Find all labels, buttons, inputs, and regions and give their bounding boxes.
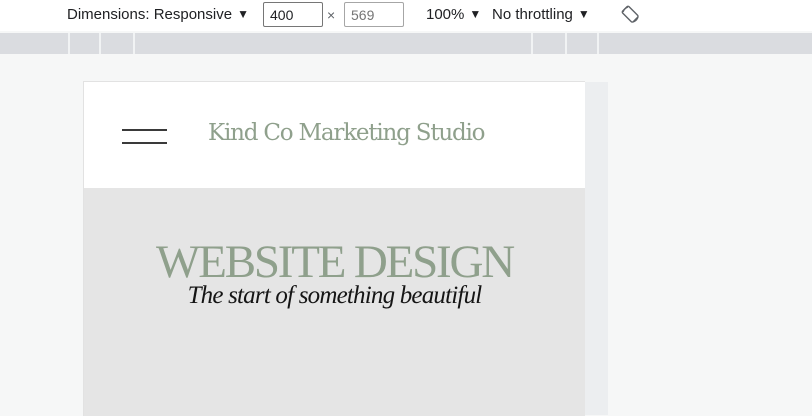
site-title[interactable]: Kind Co Marketing Studio [208, 120, 486, 146]
times-separator: × [327, 7, 336, 23]
media-query-tick[interactable] [68, 33, 70, 54]
throttling-label: No throttling [492, 6, 573, 23]
dimensions-dropdown[interactable]: Dimensions: Responsive ▼ [67, 0, 249, 31]
media-query-tick[interactable] [99, 33, 101, 54]
media-query-tick[interactable] [597, 33, 599, 54]
site-header: Kind Co Marketing Studio [84, 82, 585, 188]
caret-down-icon: ▼ [237, 7, 249, 21]
rotate-icon[interactable] [620, 4, 641, 25]
menu-line [122, 142, 167, 144]
media-query-tick[interactable] [565, 33, 567, 54]
height-input[interactable] [344, 2, 404, 27]
dimensions-label: Dimensions: Responsive [67, 6, 233, 23]
width-input[interactable] [263, 2, 323, 27]
hero-title: WEBSITE DESIGN [156, 236, 515, 288]
throttling-dropdown[interactable]: No throttling ▼ [492, 0, 590, 31]
media-query-tick[interactable] [531, 33, 533, 54]
media-query-bar[interactable] [0, 33, 812, 54]
menu-line [122, 129, 167, 131]
zoom-label: 100% [426, 6, 465, 23]
hero-section: WEBSITE DESIGN The start of something be… [84, 188, 585, 416]
viewport-resize-handle[interactable] [584, 82, 608, 415]
caret-down-icon: ▼ [577, 7, 590, 21]
caret-down-icon: ▼ [469, 7, 482, 21]
device-toolbar: Dimensions: Responsive ▼ × 100% ▼ No throt… [0, 0, 812, 31]
media-query-tick[interactable] [133, 33, 135, 54]
hamburger-icon[interactable] [122, 128, 167, 145]
hero-subtitle: The start of something beautiful [187, 282, 483, 309]
zoom-dropdown[interactable]: 100% ▼ [426, 0, 481, 31]
emulated-viewport: Kind Co Marketing Studio WEBSITE DESIGN … [83, 81, 585, 416]
